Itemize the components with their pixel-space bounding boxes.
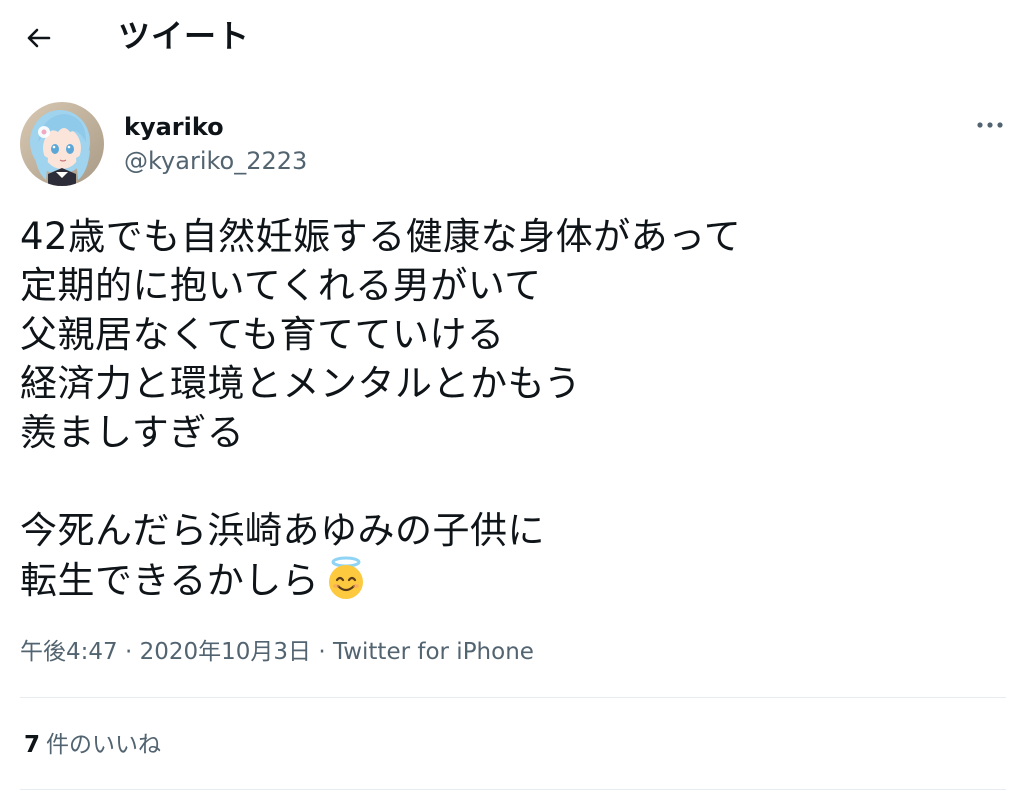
author-handle[interactable]: @kyariko_2223 (124, 146, 307, 176)
tweet-line: 42歳でも自然妊娠する健康な身体があって (20, 215, 742, 258)
tweet-text: 42歳でも自然妊娠する健康な身体があって 定期的に抱いてくれる男がいて 父親居な… (20, 212, 1010, 604)
arrow-left-icon (27, 28, 51, 48)
tweet-metadata: 午後4:47 · 2020年10月3日 · Twitter for iPhone (20, 636, 534, 668)
likes-label: 件のいいね (46, 732, 162, 758)
likes-link[interactable]: 7 件のいいね (24, 729, 161, 761)
divider (20, 789, 1006, 790)
page-title: ツイート (118, 17, 251, 55)
tweet-line: 定期的に抱いてくれる男がいて (20, 264, 542, 307)
divider (20, 697, 1006, 698)
back-button[interactable] (22, 22, 54, 54)
anime-character-avatar-icon (20, 102, 104, 186)
author-display-name[interactable]: kyariko (124, 112, 224, 142)
tweet-line: 今死んだら浜崎あゆみの子供に (20, 509, 545, 552)
tweet-source-link[interactable]: Twitter for iPhone (333, 639, 534, 665)
more-horizontal-icon (977, 122, 1003, 128)
tweet-line-last: 転生できるかしら (20, 555, 1010, 604)
meta-separator: · (124, 639, 133, 665)
page-header: ツイート (0, 0, 1024, 72)
more-options-button[interactable] (970, 110, 1010, 140)
avatar[interactable] (20, 102, 104, 186)
tweet-line-text: 転生できるかしら (20, 559, 320, 602)
tweet-date[interactable]: 2020年10月3日 (140, 639, 311, 665)
tweet-line: 父親居なくても育てていける (20, 313, 505, 356)
smiling-face-with-halo-icon (323, 555, 369, 601)
likes-count: 7 (24, 732, 41, 758)
tweet-line: 経済力と環境とメンタルとかもう (20, 362, 582, 405)
tweet-line: 羨ましすぎる (20, 411, 245, 454)
tweet-time[interactable]: 午後4:47 (20, 639, 118, 665)
meta-separator: · (318, 639, 326, 665)
